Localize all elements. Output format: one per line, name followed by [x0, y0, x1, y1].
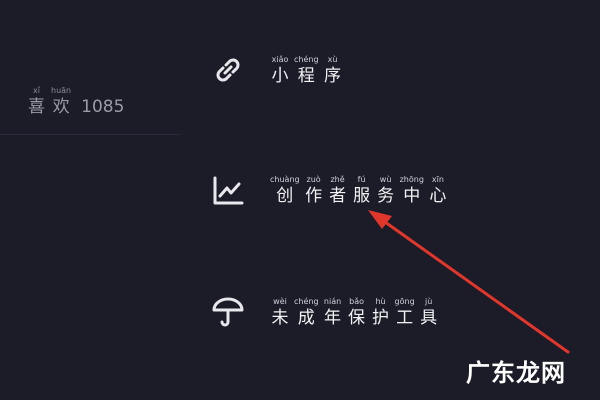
annotation-arrow [368, 210, 570, 354]
watermark-logo: 广东龙网 [466, 358, 566, 387]
